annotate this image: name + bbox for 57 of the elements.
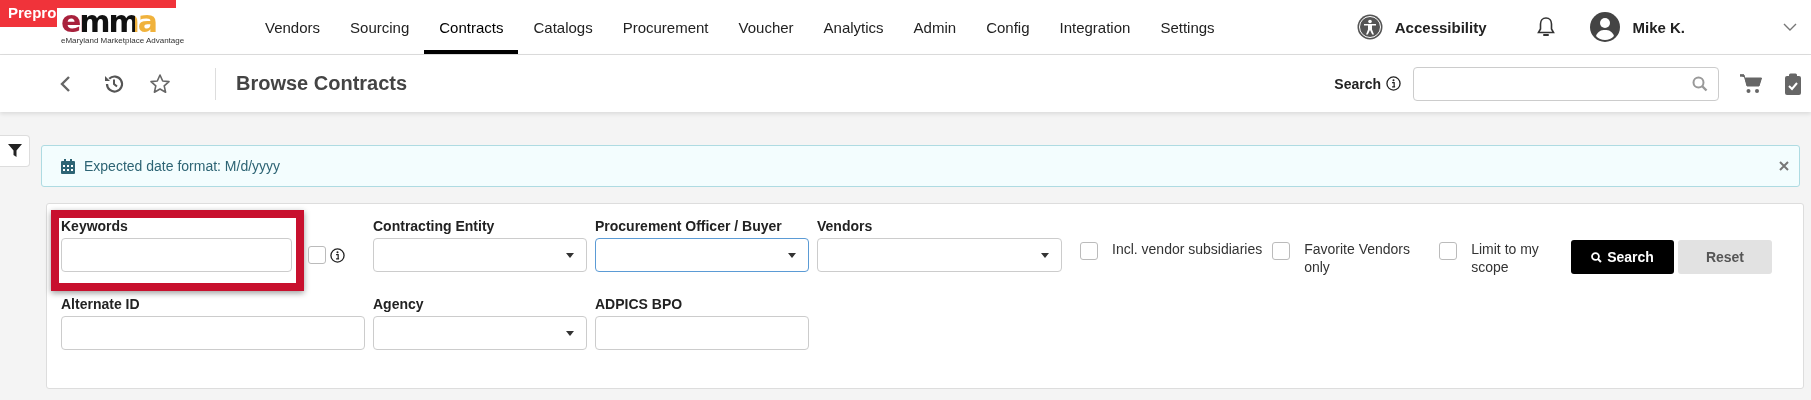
nav-tab[interactable]: Vendors bbox=[250, 0, 336, 54]
search-button[interactable]: Search bbox=[1571, 240, 1674, 274]
calendar-icon bbox=[61, 158, 75, 174]
field-label: Agency bbox=[373, 296, 425, 312]
user-name[interactable]: Mike K. bbox=[1632, 18, 1685, 36]
field-label: Procurement Officer / Buyer bbox=[595, 218, 783, 234]
checkbox[interactable] bbox=[1439, 242, 1458, 260]
text-field[interactable] bbox=[61, 316, 365, 350]
field-label: Alternate ID bbox=[61, 296, 141, 312]
search-label: Search bbox=[1334, 75, 1381, 92]
dropdown[interactable] bbox=[595, 238, 809, 272]
field-label: Vendors bbox=[817, 218, 874, 234]
checkbox[interactable] bbox=[1272, 242, 1291, 260]
checkbox-label[interactable]: Favorite Vendors only bbox=[1304, 240, 1430, 276]
nav-tab[interactable]: Sourcing bbox=[335, 0, 425, 54]
reset-button[interactable]: Reset bbox=[1677, 240, 1773, 274]
search-field[interactable] bbox=[1413, 66, 1719, 101]
alert-message: Expected date format: M/d/yyyy bbox=[84, 158, 281, 174]
nav-tab[interactable]: Settings bbox=[1145, 0, 1230, 54]
search-icon bbox=[1591, 251, 1603, 263]
nav-tab[interactable]: Voucher bbox=[723, 0, 809, 54]
caret-icon bbox=[788, 252, 796, 258]
cart-icon[interactable] bbox=[1739, 72, 1763, 95]
clipboard-check-icon[interactable] bbox=[1785, 72, 1801, 95]
checkbox[interactable] bbox=[1080, 242, 1098, 260]
field-label: Keywords bbox=[61, 218, 129, 234]
caret-icon bbox=[566, 330, 574, 336]
field-label: ADPICS BPO bbox=[595, 296, 684, 312]
page-title: Browse Contracts bbox=[236, 72, 408, 95]
chevron-down-icon[interactable] bbox=[1783, 23, 1797, 31]
nav-tab[interactable]: Analytics bbox=[808, 0, 899, 54]
filter-button[interactable] bbox=[0, 135, 30, 167]
nav-tab[interactable]: Admin bbox=[898, 0, 972, 54]
notification-bell-icon[interactable] bbox=[1536, 16, 1557, 38]
history-icon[interactable] bbox=[103, 72, 125, 95]
user-avatar-icon[interactable] bbox=[1590, 12, 1621, 42]
field-label: Contracting Entity bbox=[373, 218, 496, 234]
text-field[interactable] bbox=[595, 316, 809, 350]
star-icon[interactable] bbox=[149, 72, 171, 95]
accessibility-icon[interactable] bbox=[1356, 14, 1383, 40]
nav-tab[interactable]: Config bbox=[971, 0, 1045, 54]
info-icon[interactable] bbox=[330, 247, 345, 263]
close-icon[interactable] bbox=[1779, 161, 1789, 171]
back-icon[interactable] bbox=[59, 74, 71, 93]
info-icon[interactable] bbox=[1386, 76, 1401, 91]
accessibility-link[interactable]: Accessibility bbox=[1394, 18, 1487, 36]
checkbox-label[interactable]: Limit to my scope bbox=[1471, 240, 1562, 276]
text-field[interactable] bbox=[61, 238, 292, 272]
checkbox-label[interactable]: Incl. vendor subsidiaries bbox=[1112, 240, 1263, 258]
nav-tab[interactable]: Catalogs bbox=[518, 0, 608, 54]
caret-icon bbox=[566, 252, 574, 258]
nav-tab[interactable]: Procurement bbox=[607, 0, 724, 54]
caret-icon bbox=[1041, 252, 1049, 258]
filter-icon bbox=[7, 144, 22, 158]
checkbox[interactable] bbox=[308, 246, 326, 264]
nav-tab[interactable]: Integration bbox=[1044, 0, 1146, 54]
search-icon bbox=[1692, 75, 1708, 92]
